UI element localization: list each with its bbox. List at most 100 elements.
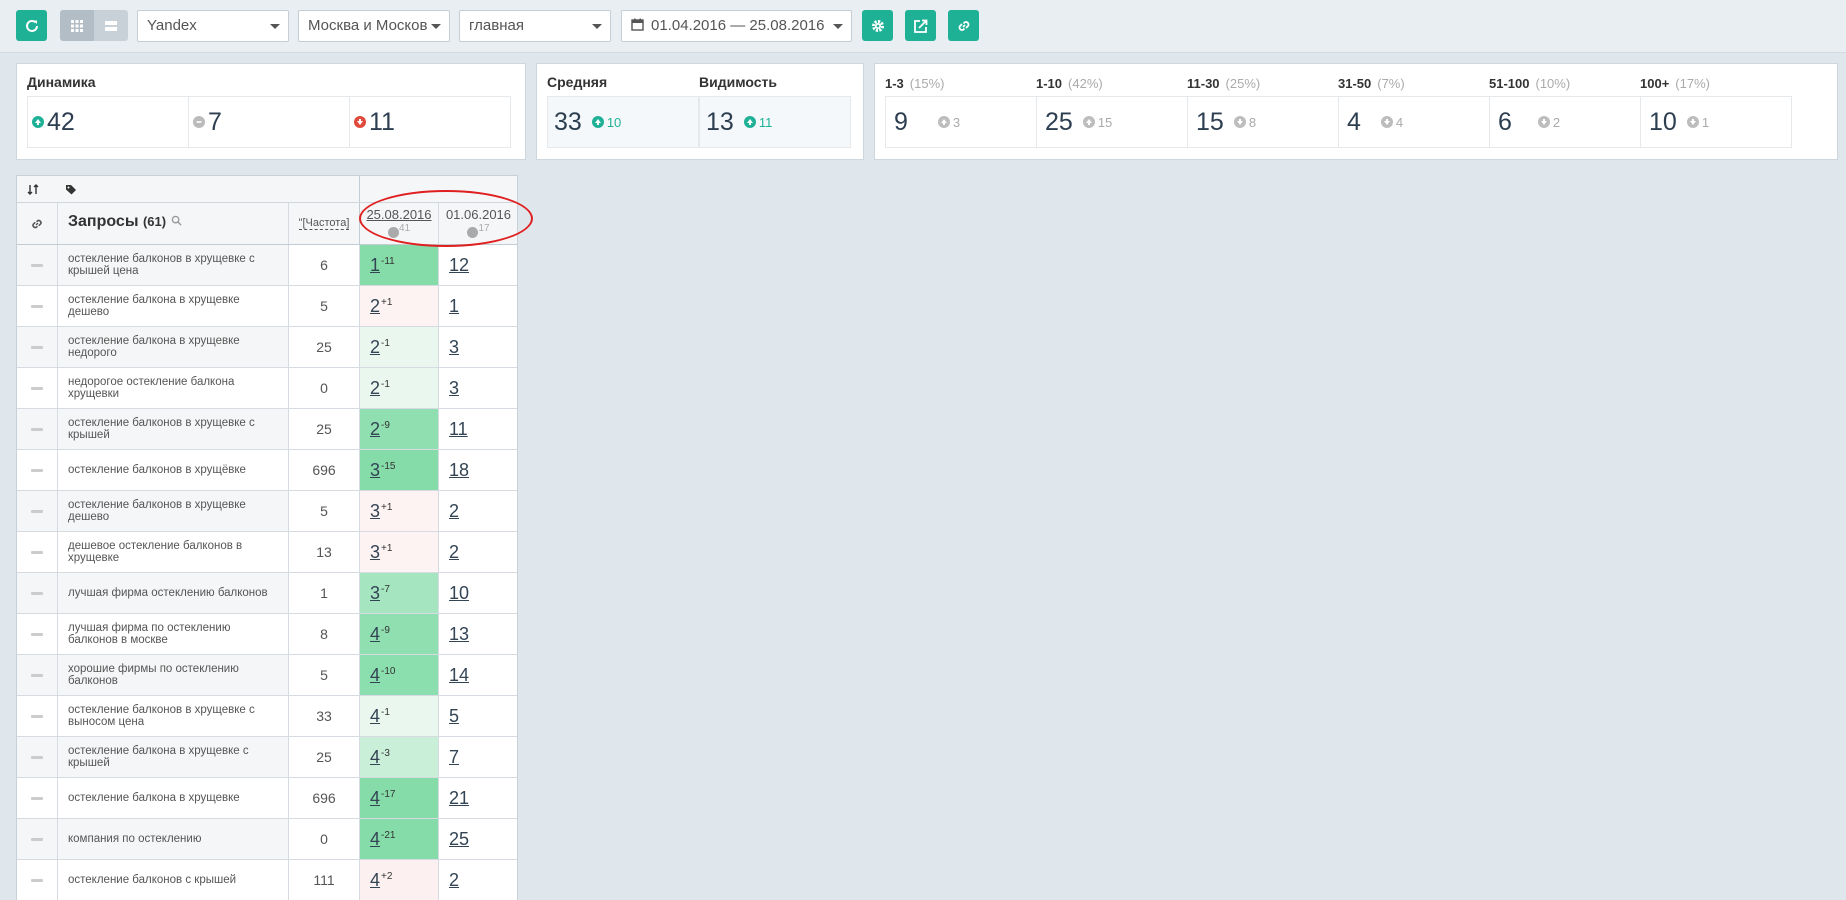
row-select[interactable] xyxy=(17,696,58,736)
position-cell-current[interactable]: 3 -7 xyxy=(360,573,439,613)
position-cell-previous[interactable]: 3 xyxy=(439,368,518,408)
position-cell-previous[interactable]: 2 xyxy=(439,532,518,572)
frequency-header[interactable]: "[Частота] xyxy=(289,203,360,244)
refresh-button[interactable] xyxy=(16,10,47,41)
position-value[interactable]: 2 xyxy=(449,870,459,891)
position-cell-current[interactable]: 4 -17 xyxy=(360,778,439,818)
row-select[interactable] xyxy=(17,491,58,531)
row-select[interactable] xyxy=(17,655,58,695)
position-value[interactable]: 12 xyxy=(449,255,469,276)
row-select[interactable] xyxy=(17,778,58,818)
position-value[interactable]: 25 xyxy=(449,829,469,850)
position-value[interactable]: 4 xyxy=(370,829,380,850)
position-cell-current[interactable]: 3 -15 xyxy=(360,450,439,490)
position-cell-previous[interactable]: 18 xyxy=(439,450,518,490)
position-value[interactable]: 2 xyxy=(370,337,380,358)
table-row: лучшая фирма остеклению балконов 1 3 -7 10 xyxy=(17,573,517,614)
daterange-select[interactable]: 01.04.2016 — 25.08.2016 xyxy=(621,10,852,42)
position-cell-current[interactable]: 4 -21 xyxy=(360,819,439,859)
position-cell-current[interactable]: 4 -3 xyxy=(360,737,439,777)
position-value[interactable]: 4 xyxy=(370,665,380,686)
position-value[interactable]: 3 xyxy=(370,542,380,563)
position-cell-current[interactable]: 4 -1 xyxy=(360,696,439,736)
position-value[interactable]: 2 xyxy=(449,501,459,522)
position-cell-previous[interactable]: 1 xyxy=(439,286,518,326)
row-select[interactable] xyxy=(17,737,58,777)
position-value[interactable]: 13 xyxy=(449,624,469,645)
position-value[interactable]: 1 xyxy=(370,255,380,276)
position-value[interactable]: 4 xyxy=(370,706,380,727)
position-value[interactable]: 4 xyxy=(370,747,380,768)
region-select[interactable]: Москва и Москов xyxy=(298,10,450,42)
position-cell-previous[interactable]: 25 xyxy=(439,819,518,859)
position-value[interactable]: 4 xyxy=(370,624,380,645)
position-value[interactable]: 3 xyxy=(370,501,380,522)
position-cell-previous[interactable]: 11 xyxy=(439,409,518,449)
position-cell-current[interactable]: 2 -9 xyxy=(360,409,439,449)
position-value[interactable]: 3 xyxy=(370,460,380,481)
position-cell-current[interactable]: 2 -1 xyxy=(360,327,439,367)
position-value[interactable]: 14 xyxy=(449,665,469,686)
tag-icon[interactable] xyxy=(65,184,77,195)
position-value[interactable]: 3 xyxy=(449,378,459,399)
position-value[interactable]: 3 xyxy=(449,337,459,358)
position-value[interactable]: 18 xyxy=(449,460,469,481)
position-cell-current[interactable]: 4 +2 xyxy=(360,860,439,900)
position-value[interactable]: 2 xyxy=(370,378,380,399)
position-value[interactable]: 2 xyxy=(370,296,380,317)
position-value[interactable]: 3 xyxy=(370,583,380,604)
settings-button[interactable] xyxy=(862,10,893,41)
table-row: остекление балконов в хрущевке с выносом… xyxy=(17,696,517,737)
position-cell-current[interactable]: 4 -9 xyxy=(360,614,439,654)
engine-select[interactable]: Yandex xyxy=(137,10,289,42)
row-select[interactable] xyxy=(17,614,58,654)
position-value[interactable]: 1 xyxy=(449,296,459,317)
grid-view-button[interactable] xyxy=(60,10,94,41)
row-select[interactable] xyxy=(17,409,58,449)
position-cell-previous[interactable]: 2 xyxy=(439,491,518,531)
position-value[interactable]: 2 xyxy=(449,542,459,563)
search-icon[interactable] xyxy=(171,215,182,226)
position-cell-previous[interactable]: 3 xyxy=(439,327,518,367)
position-cell-current[interactable]: 2 -1 xyxy=(360,368,439,408)
position-cell-current[interactable]: 3 +1 xyxy=(360,491,439,531)
position-value[interactable]: 11 xyxy=(449,419,468,440)
page-select[interactable]: главная xyxy=(459,10,611,42)
position-cell-previous[interactable]: 7 xyxy=(439,737,518,777)
export-button[interactable] xyxy=(905,10,936,41)
queries-header[interactable]: Запросы (61) xyxy=(58,203,289,244)
position-cell-previous[interactable]: 5 xyxy=(439,696,518,736)
position-value[interactable]: 7 xyxy=(449,747,459,768)
position-value[interactable]: 4 xyxy=(370,788,380,809)
position-cell-previous[interactable]: 12 xyxy=(439,245,518,285)
row-select[interactable] xyxy=(17,450,58,490)
row-select[interactable] xyxy=(17,245,58,285)
position-cell-previous[interactable]: 2 xyxy=(439,860,518,900)
position-cell-previous[interactable]: 10 xyxy=(439,573,518,613)
position-value[interactable]: 4 xyxy=(370,870,380,891)
link-button[interactable] xyxy=(948,10,979,41)
position-value[interactable]: 10 xyxy=(449,583,469,604)
row-select[interactable] xyxy=(17,573,58,613)
position-cell-previous[interactable]: 21 xyxy=(439,778,518,818)
link-all-cell[interactable] xyxy=(17,203,58,244)
position-cell-previous[interactable]: 13 xyxy=(439,614,518,654)
row-select[interactable] xyxy=(17,327,58,367)
position-cell-current[interactable]: 1 -11 xyxy=(360,245,439,285)
row-select[interactable] xyxy=(17,860,58,900)
list-view-button[interactable] xyxy=(94,10,128,41)
position-cell-current[interactable]: 4 -10 xyxy=(360,655,439,695)
position-value[interactable]: 5 xyxy=(449,706,459,727)
position-value[interactable]: 2 xyxy=(370,419,380,440)
row-select[interactable] xyxy=(17,819,58,859)
position-value[interactable]: 21 xyxy=(449,788,469,809)
position-cell-current[interactable]: 3 +1 xyxy=(360,532,439,572)
date1-header[interactable]: 25.08.2016 41 xyxy=(360,203,439,244)
date2-header[interactable]: 01.06.2016 17 xyxy=(439,203,518,244)
row-select[interactable] xyxy=(17,368,58,408)
row-select[interactable] xyxy=(17,532,58,572)
row-select[interactable] xyxy=(17,286,58,326)
position-cell-current[interactable]: 2 +1 xyxy=(360,286,439,326)
sort-icon[interactable] xyxy=(27,184,39,195)
position-cell-previous[interactable]: 14 xyxy=(439,655,518,695)
